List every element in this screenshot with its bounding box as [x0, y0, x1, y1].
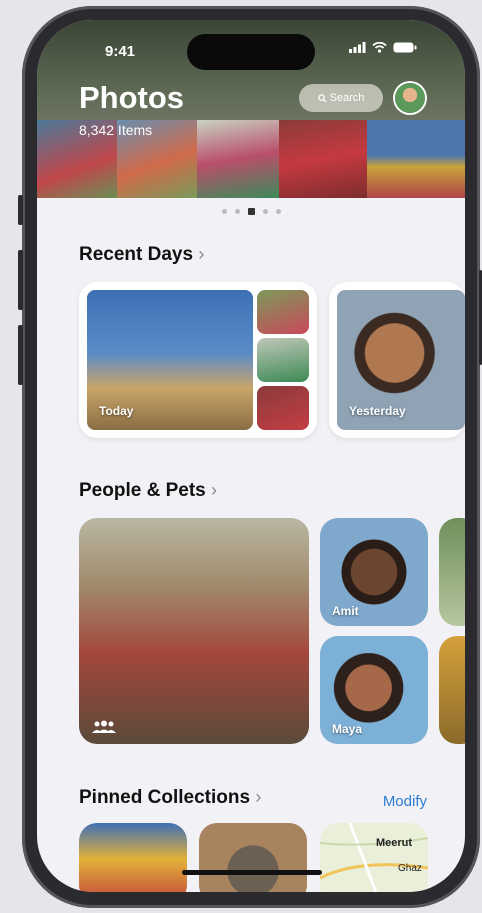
- page-dot: [275, 209, 281, 214]
- status-time: 9:41: [105, 43, 136, 60]
- battery-icon: [393, 42, 417, 53]
- person-card[interactable]: [439, 518, 465, 626]
- page-title: Photos: [79, 80, 185, 115]
- section-title: People & Pets: [79, 480, 206, 501]
- people-pets-header[interactable]: People & Pets ›: [79, 480, 217, 502]
- day-label: Yesterday: [349, 404, 406, 418]
- map-lines: [320, 823, 428, 892]
- modify-button[interactable]: Modify: [383, 793, 427, 810]
- search-icon: [317, 93, 327, 103]
- page-dot-active: [247, 208, 255, 215]
- page-dot: [234, 209, 240, 214]
- hero-photo: [197, 120, 279, 198]
- pinned-collection[interactable]: [199, 823, 307, 892]
- chevron-right-icon: ›: [255, 787, 262, 807]
- people-group-card[interactable]: [79, 518, 309, 744]
- person-card-amit[interactable]: Amit: [320, 518, 428, 626]
- chevron-right-icon: ›: [211, 480, 217, 500]
- person-card-maya[interactable]: Maya: [320, 636, 428, 744]
- pinned-collections-header[interactable]: Pinned Collections ›: [79, 787, 261, 809]
- map-label: Meerut: [376, 837, 413, 849]
- recent-day-card-today[interactable]: Today: [79, 282, 317, 438]
- day-label: Today: [99, 404, 134, 418]
- profile-avatar[interactable]: [395, 83, 425, 113]
- wifi-icon: [372, 42, 387, 53]
- page-dot: [221, 209, 227, 214]
- phone-side-button: [18, 195, 23, 225]
- person-name: Maya: [332, 722, 363, 736]
- section-title: Recent Days: [79, 244, 194, 265]
- screen: 9:41 Photos 8,342 Items Search Recent Da…: [37, 20, 465, 892]
- person-card[interactable]: [439, 636, 465, 744]
- day-photo: [257, 386, 309, 430]
- person-name: Amit: [332, 604, 359, 618]
- phone-side-button: [18, 325, 23, 385]
- recent-days-header[interactable]: Recent Days ›: [79, 244, 204, 266]
- search-button[interactable]: Search: [299, 84, 383, 112]
- dynamic-island: [187, 34, 315, 70]
- page-dot: [262, 209, 268, 214]
- group-icon: [92, 720, 116, 733]
- recent-day-card-yesterday[interactable]: Yesterday: [329, 282, 465, 438]
- signal-icon: [349, 42, 366, 53]
- item-count: 8,342 Items: [79, 122, 153, 138]
- pinned-collection[interactable]: [79, 823, 187, 892]
- home-indicator[interactable]: [182, 870, 322, 875]
- chevron-right-icon: ›: [198, 244, 205, 264]
- pinned-collection-map[interactable]: Meerut Ghaz: [320, 823, 428, 892]
- hero-photo: [367, 120, 465, 198]
- search-label: Search: [329, 92, 365, 104]
- section-title: Pinned Collections: [79, 787, 251, 808]
- page-indicator[interactable]: [37, 208, 465, 215]
- map-label: Ghaz: [398, 863, 422, 874]
- hero-photo: [279, 120, 367, 198]
- day-photo: [257, 290, 309, 334]
- status-icons: [349, 42, 417, 53]
- day-photo: [257, 338, 309, 382]
- phone-side-button: [18, 250, 23, 310]
